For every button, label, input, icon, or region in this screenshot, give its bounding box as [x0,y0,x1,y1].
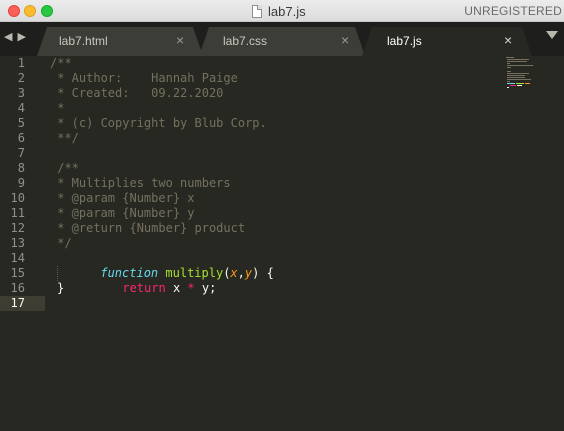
tab-lab7-css[interactable]: lab7.css × [199,27,365,56]
line-number: 11 [10,206,25,220]
line-number: 6 [17,131,25,145]
nav-right-icon[interactable]: ▶ [17,30,25,43]
operand: y; [201,281,217,295]
line-number: 8 [17,161,25,175]
license-status: UNREGISTERED [464,4,562,18]
tab-lab7-html[interactable]: lab7.html × [37,27,203,56]
code-line-8: /** [50,161,79,175]
close-tab-icon[interactable]: × [176,32,184,48]
line-number: 5 [17,116,25,130]
minimap-line [507,71,511,72]
minimap-line [507,73,529,74]
paren-close-brace: ) { [252,266,274,280]
minimap-line [507,81,510,82]
line-number: 1 [17,56,25,70]
minimap-line [507,77,525,78]
nav-left-icon[interactable]: ◀ [4,30,12,43]
tab-bar: ◀ ▶ lab7.html × lab7.css × lab7.js × [0,22,564,56]
chevron-down-icon[interactable] [546,31,558,39]
minimap[interactable] [506,56,558,96]
minimap-line [525,83,530,84]
code-line-12: * @return {Number} product [50,221,246,235]
line-number: 4 [17,101,25,115]
document-icon [252,4,262,18]
code-line-4: * [50,101,65,115]
tab-label: lab7.js [387,34,422,48]
window-title-group: lab7.js [252,2,306,20]
close-window-icon[interactable] [8,5,20,17]
window-title: lab7.js [268,3,306,19]
line-number: 7 [17,146,25,160]
line-number: 12 [10,221,25,235]
tab-label: lab7.html [59,34,108,48]
code-line-5: * (c) Copyright by Blub Corp. [50,116,267,130]
minimap-line [507,63,510,64]
minimap-line [507,79,531,80]
minimap-line [507,83,515,84]
close-tab-icon[interactable]: × [504,32,512,48]
minimap-line [506,57,514,58]
tab-navigation: ◀ ▶ [4,30,26,43]
code-line-2: * Author: Hannah Paige [50,71,238,85]
return-keyword: return [122,281,166,295]
code-line-15: return x * y; [79,266,216,295]
minimap-line [507,65,533,66]
maximize-window-icon[interactable] [41,5,53,17]
tab-lab7-js[interactable]: lab7.js × [362,27,532,56]
minimize-window-icon[interactable] [24,5,36,17]
comma: , [237,266,245,280]
minimap-line [516,83,524,84]
minimap-line [507,59,529,60]
code-line-16: } [57,281,65,295]
code-editor[interactable]: 1 2 3 4 5 6 7 8 9 10 11 12 13 14 15 16 1… [0,56,564,431]
code-line-6: **/ [50,131,79,145]
minimap-line [507,61,527,62]
minimap-line [507,87,509,88]
code-line-11: * @param {Number} y [50,206,195,220]
line-number: 17 [10,296,25,310]
line-number: 15 [10,266,25,280]
line-number: 3 [17,86,25,100]
code-line-14: function multiply(x,y) { [57,251,273,280]
code-line-10: * @param {Number} x [50,191,195,205]
code-line-1: /** [50,56,72,70]
title-bar: lab7.js UNREGISTERED [0,0,564,22]
code-line-3: * Created: 09.22.2020 [50,86,224,100]
line-number: 13 [10,236,25,250]
code-line-9: * Multiplies two numbers [50,176,231,190]
minimap-line [507,67,511,68]
line-number: 16 [10,281,25,295]
tab-label: lab7.css [223,34,268,48]
indent-guide [57,266,59,281]
line-number: 14 [10,251,25,265]
code-area[interactable]: /** * Author: Hannah Paige * Created: 09… [50,56,274,378]
operator: * [187,281,195,295]
line-number-gutter: 1 2 3 4 5 6 7 8 9 10 11 12 13 14 15 16 1… [0,56,45,431]
parameter: x [230,266,238,280]
line-number: 2 [17,71,25,85]
line-number: 10 [10,191,25,205]
minimap-line [510,85,516,86]
minimap-line [517,85,522,86]
code-line-13: */ [50,236,72,250]
minimap-line [507,75,525,76]
close-tab-icon[interactable]: × [341,32,349,48]
line-number: 9 [17,176,25,190]
